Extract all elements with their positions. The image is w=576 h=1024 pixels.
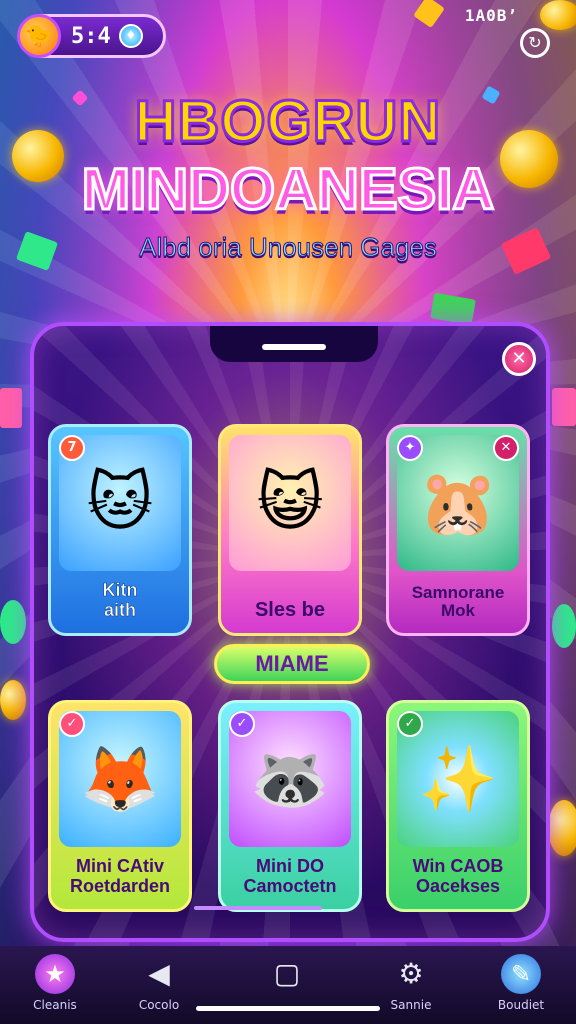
confetti-decoration bbox=[552, 388, 576, 426]
card-badge: ✓ bbox=[397, 711, 423, 737]
card-label: Win CAOB Oacekses bbox=[412, 856, 504, 897]
confetti-decoration bbox=[552, 604, 576, 648]
card-label: Samnorane Mok bbox=[411, 582, 505, 621]
title-line-1: HBOGRUN bbox=[133, 88, 442, 156]
nav-label: Sannie bbox=[390, 998, 432, 1012]
card-badge: 7 bbox=[59, 435, 85, 461]
game-card[interactable]: 🦝 ✓ Mini DO Camoctetn bbox=[218, 700, 362, 912]
nav-item-cleanis[interactable]: ★ Cleanis bbox=[0, 954, 110, 1012]
game-card[interactable]: 🦊 ✓ Mini CAtiv Roetdarden bbox=[48, 700, 192, 912]
game-card[interactable]: 🐱 7 Kitn aith bbox=[48, 424, 192, 636]
hud-value: 5:4 bbox=[71, 23, 111, 49]
card-label: Sles be bbox=[254, 599, 326, 621]
purple-cat-character-icon: 😺 bbox=[229, 435, 351, 571]
nav-item-boudiet[interactable]: ✎ Boudiet bbox=[466, 954, 576, 1012]
score-hud[interactable]: 🐤 5:4 ♦ bbox=[17, 14, 166, 58]
card-label: Mini DO Camoctetn bbox=[243, 856, 337, 897]
subtitle: Albd oria Unousen Gages bbox=[139, 232, 438, 263]
coin-decoration bbox=[0, 680, 26, 720]
coin-decoration bbox=[540, 0, 576, 30]
card-close-icon[interactable]: ✕ bbox=[493, 435, 519, 461]
miame-button[interactable]: MIAME bbox=[214, 644, 370, 684]
nav-label: Cleanis bbox=[33, 998, 77, 1012]
duck-avatar-icon: 🐤 bbox=[17, 14, 61, 58]
game-card[interactable]: 🐹 ✦ ✕ Samnorane Mok bbox=[386, 424, 530, 636]
card-badge: ✦ bbox=[397, 435, 423, 461]
game-card[interactable]: 😺 Sles be bbox=[218, 424, 362, 636]
gear-icon: ⚙ bbox=[398, 957, 424, 990]
confetti-decoration bbox=[0, 600, 26, 644]
card-badge: ✓ bbox=[59, 711, 85, 737]
nav-item-cocolo[interactable]: ◀ Cocolo bbox=[104, 954, 214, 1012]
card-badge: ✓ bbox=[229, 711, 255, 737]
nav-item-bag[interactable]: ▢ bbox=[232, 954, 342, 998]
refresh-icon[interactable]: ↻ bbox=[520, 28, 550, 58]
card-label: Mini CAtiv Roetdarden bbox=[69, 856, 170, 897]
back-triangle-icon: ◀ bbox=[148, 957, 170, 990]
paint-brush-icon: ✎ bbox=[501, 954, 541, 994]
card-label: Kitn aith bbox=[102, 580, 138, 621]
bottom-nav: ★ Cleanis ◀ Cocolo ▢ ⚙ Sannie ✎ Boudiet bbox=[0, 946, 576, 1024]
home-indicator[interactable] bbox=[196, 1006, 380, 1011]
confetti-decoration bbox=[0, 388, 22, 428]
title-line-2: MINDOANESIA bbox=[80, 156, 495, 224]
nav-label: Boudiet bbox=[497, 998, 545, 1012]
star-icon: ★ bbox=[35, 954, 75, 994]
top-right-text: 1A0B’ bbox=[464, 6, 518, 25]
device-frame: ✕ 🐱 7 Kitn aith 😺 Sles be 🐹 ✦ ✕ Samnoran… bbox=[30, 322, 550, 942]
notch-bar bbox=[262, 344, 326, 350]
device-bottom-bar bbox=[194, 906, 322, 910]
nav-item-sannie[interactable]: ⚙ Sannie bbox=[356, 954, 466, 1012]
coin-decoration bbox=[548, 800, 576, 856]
device-notch bbox=[210, 326, 378, 362]
nav-label: Cocolo bbox=[138, 998, 180, 1012]
close-icon[interactable]: ✕ bbox=[502, 342, 536, 376]
bag-icon: ▢ bbox=[273, 957, 301, 990]
game-card[interactable]: ✨ ✓ Win CAOB Oacekses bbox=[386, 700, 530, 912]
gem-icon: ♦ bbox=[118, 24, 143, 48]
